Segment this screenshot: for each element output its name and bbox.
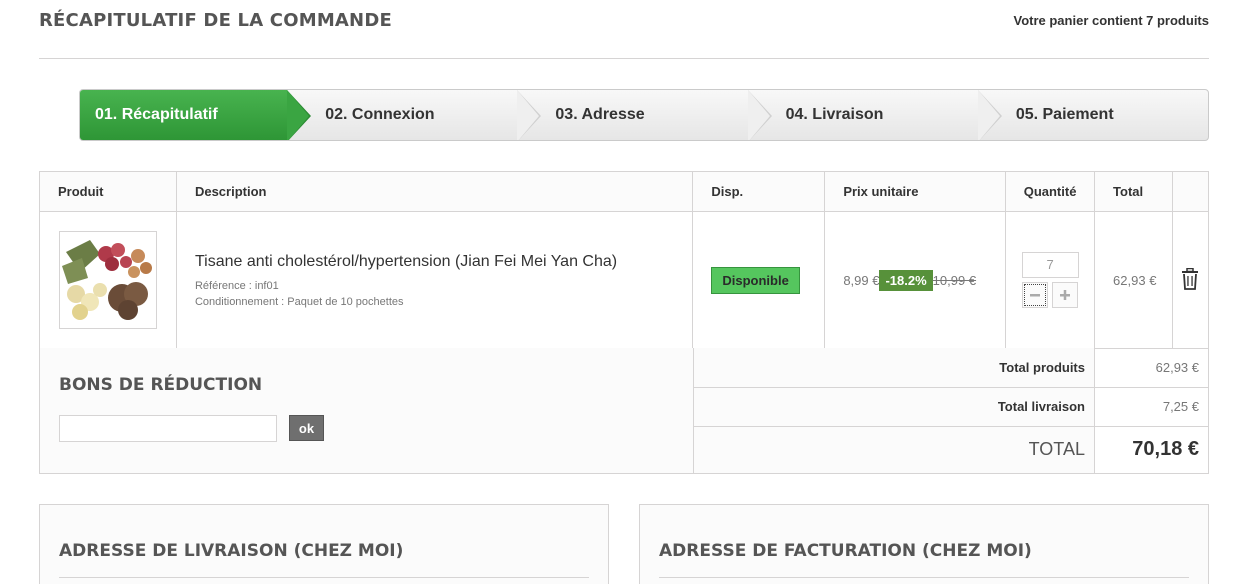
step-label: 02. Connexion bbox=[325, 106, 435, 123]
title-divider bbox=[39, 58, 1209, 59]
header-actions bbox=[1171, 171, 1210, 212]
quantity-increase-button[interactable] bbox=[1052, 282, 1079, 308]
step-shipping[interactable]: 04. Livraison bbox=[748, 90, 1002, 140]
trash-icon[interactable] bbox=[1181, 267, 1199, 293]
cart-count: Votre panier contient 7 produits bbox=[1013, 13, 1209, 28]
total-shipping-value: 7,25 € bbox=[1094, 387, 1209, 427]
step-label: 01. Récapitulatif bbox=[95, 106, 218, 123]
voucher-title: BONS DE RÉDUCTION bbox=[59, 375, 263, 395]
header-description: Description bbox=[175, 171, 694, 212]
billing-address-box: ADRESSE DE FACTURATION (CHEZ MOI) bbox=[639, 504, 1209, 584]
page-title: RÉCAPITULATIF DE LA COMMANDE bbox=[39, 10, 392, 31]
unit-price: 8,99 € bbox=[843, 272, 880, 288]
total-products-label: Total produits bbox=[693, 348, 1095, 388]
plus-icon bbox=[1060, 290, 1071, 300]
line-total: 62,93 € bbox=[1094, 211, 1173, 349]
step-login[interactable]: 02. Connexion bbox=[287, 90, 542, 140]
header-unit-price: Prix unitaire bbox=[824, 171, 1007, 212]
voucher-code-input[interactable] bbox=[59, 415, 277, 442]
total-products-value: 62,93 € bbox=[1094, 348, 1209, 388]
delivery-address-box: ADRESSE DE LIVRAISON (CHEZ MOI) bbox=[39, 504, 609, 584]
availability-label: Disponible bbox=[722, 272, 789, 288]
product-packaging: Conditionnement : Paquet de 10 pochettes bbox=[194, 295, 404, 308]
header-availability: Disp. bbox=[692, 171, 826, 212]
step-summary[interactable]: 01. Récapitulatif bbox=[80, 90, 312, 140]
header-total: Total bbox=[1094, 171, 1173, 212]
product-image[interactable] bbox=[59, 231, 157, 329]
step-payment[interactable]: 05. Paiement bbox=[978, 90, 1208, 140]
product-name[interactable]: Tisane anti cholestérol/hypertension (Ji… bbox=[195, 253, 692, 271]
header-product: Produit bbox=[39, 171, 177, 212]
billing-address-title: ADRESSE DE FACTURATION (CHEZ MOI) bbox=[659, 541, 1032, 561]
cart-table: Produit Description Disp. Prix unitaire … bbox=[39, 171, 1210, 349]
grand-total-value: 70,18 € bbox=[1094, 426, 1209, 474]
step-address[interactable]: 03. Adresse bbox=[517, 90, 772, 140]
voucher-section: BONS DE RÉDUCTION ok bbox=[39, 348, 694, 474]
table-row: Tisane anti cholestérol/hypertension (Ji… bbox=[39, 211, 1210, 349]
old-price: 10,99 € bbox=[932, 272, 977, 288]
product-reference: Référence : inf01 bbox=[194, 279, 279, 292]
total-shipping-label: Total livraison bbox=[693, 387, 1095, 427]
step-label: 03. Adresse bbox=[555, 106, 645, 123]
voucher-submit-button[interactable]: ok bbox=[289, 415, 324, 441]
header-quantity: Quantité bbox=[1005, 171, 1096, 212]
reduction-badge: -18.2% bbox=[879, 269, 933, 291]
minus-icon bbox=[1030, 294, 1041, 297]
availability-badge: Disponible bbox=[711, 266, 800, 294]
grand-total-label: TOTAL bbox=[693, 426, 1095, 474]
checkout-steps: 01. Récapitulatif 02. Connexion 03. Adre… bbox=[79, 89, 1209, 141]
delivery-address-title: ADRESSE DE LIVRAISON (CHEZ MOI) bbox=[59, 541, 404, 561]
totals-table: Total produits 62,93 € Total livraison 7… bbox=[693, 348, 1209, 474]
step-label: 05. Paiement bbox=[1015, 106, 1114, 123]
step-label: 04. Livraison bbox=[785, 106, 884, 123]
quantity-input[interactable]: 7 bbox=[1021, 252, 1079, 278]
quantity-decrease-button[interactable] bbox=[1022, 282, 1049, 308]
